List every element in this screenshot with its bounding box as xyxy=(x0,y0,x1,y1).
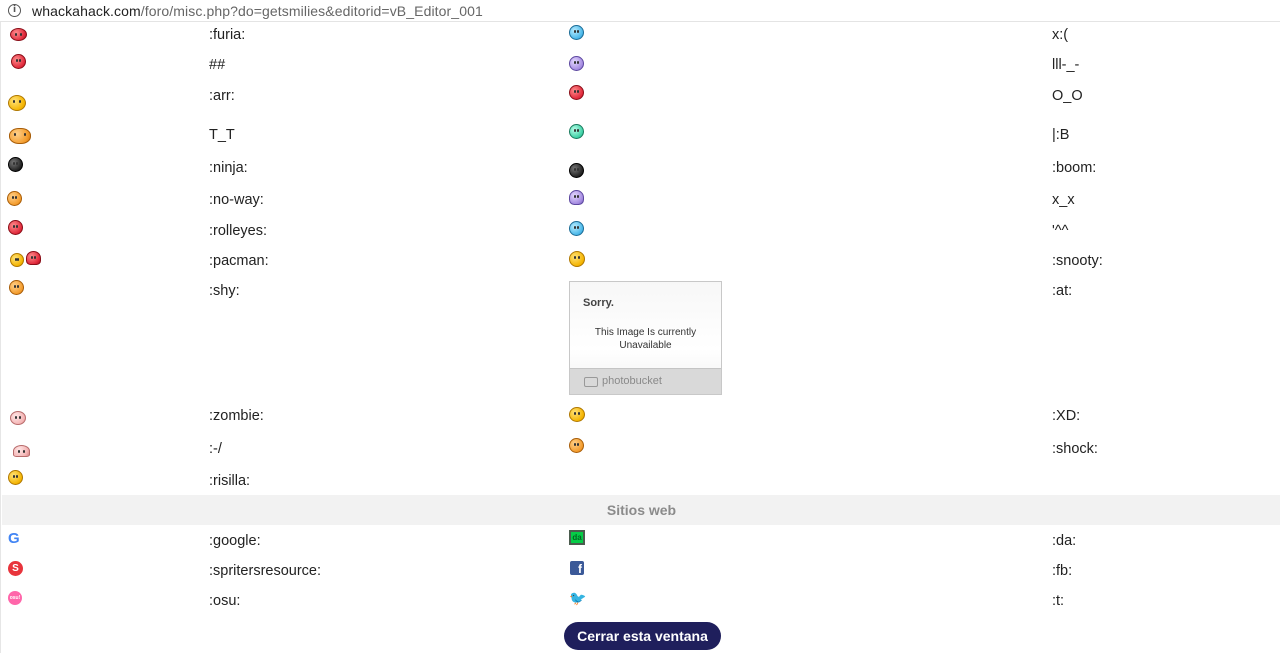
placeholder-message: This Image Is currently Unavailable xyxy=(570,326,721,352)
smilie-code: :google: xyxy=(209,533,261,549)
pink-confused-smiley-icon[interactable] xyxy=(11,54,26,69)
pacman-icon[interactable] xyxy=(10,251,42,267)
camera-icon xyxy=(584,377,598,387)
smilie-code: :pacman: xyxy=(209,253,269,269)
smilie-code: :-/ xyxy=(209,441,222,457)
smilie-code: :at: xyxy=(1052,283,1073,299)
blue-smiley-icon[interactable] xyxy=(569,221,584,236)
rolleyes-smiley-icon[interactable] xyxy=(8,220,23,235)
smilie-code: :rolleyes: xyxy=(209,223,268,239)
smilie-code: :arr: xyxy=(209,88,235,104)
info-icon[interactable]: i xyxy=(8,4,21,17)
spriters-resource-icon[interactable]: S xyxy=(8,561,23,576)
twitter-icon[interactable]: 🐦 xyxy=(569,592,586,606)
shock-smiley-icon[interactable] xyxy=(569,438,584,453)
deviantart-icon[interactable]: da xyxy=(569,530,585,545)
crying-tears-smiley-icon[interactable] xyxy=(9,128,31,144)
address-bar[interactable]: i whackahack.com/foro/misc.php?do=getsmi… xyxy=(0,0,1280,22)
smilie-code: :zombie: xyxy=(209,408,264,424)
url-host: whackahack.com xyxy=(32,2,141,19)
smilie-code: '^^ xyxy=(1052,223,1069,239)
xd-smiley-icon[interactable] xyxy=(569,407,585,422)
google-icon[interactable]: G xyxy=(8,531,23,546)
smilie-code: :XD: xyxy=(1052,408,1081,424)
crying-blue-smiley-icon[interactable] xyxy=(569,25,584,40)
smilie-code: T_T xyxy=(209,127,235,143)
no-way-smiley-icon[interactable] xyxy=(7,191,22,206)
smilie-code: :boom: xyxy=(1052,160,1097,176)
osu-icon[interactable]: osu! xyxy=(8,591,22,605)
pink-skeptical-smiley-icon[interactable] xyxy=(13,445,30,457)
smilie-code: :risilla: xyxy=(209,473,251,489)
angry-red-smiley-icon[interactable] xyxy=(10,28,27,41)
bomb-icon[interactable] xyxy=(569,163,584,178)
smilie-code: ## xyxy=(209,57,226,73)
smilie-code: x:( xyxy=(1052,27,1069,43)
placeholder-footer: photobucket xyxy=(570,368,721,394)
ninja-smiley-icon[interactable] xyxy=(8,157,23,172)
smilie-code: :spritersresource: xyxy=(209,563,322,579)
close-window-button[interactable]: Cerrar esta ventana xyxy=(564,622,721,650)
smilie-code: :snooty: xyxy=(1052,253,1103,269)
url-text[interactable]: whackahack.com/foro/misc.php?do=getsmili… xyxy=(32,3,483,19)
placeholder-line2: Unavailable xyxy=(619,340,672,351)
placeholder-sorry: Sorry. xyxy=(583,297,614,309)
smilie-code: :no-way: xyxy=(209,192,264,208)
green-sick-smiley-icon[interactable] xyxy=(569,124,584,139)
image-unavailable-placeholder[interactable]: Sorry. This Image Is currently Unavailab… xyxy=(569,281,722,395)
giggle-smiley-icon[interactable] xyxy=(8,470,23,485)
pirate-smiley-icon[interactable] xyxy=(8,95,26,111)
photobucket-brand: photobucket xyxy=(602,375,662,387)
smilies-page: :furia: x:( ## lll-_- :arr: O_O T_T |:B … xyxy=(0,22,1280,653)
shy-smiley-icon[interactable] xyxy=(9,280,24,295)
smilie-code: :shock: xyxy=(1052,441,1098,457)
placeholder-line1: This Image Is currently xyxy=(594,327,697,338)
url-path: /foro/misc.php?do=getsmilies&editorid=vB… xyxy=(140,2,483,19)
smilie-code: :shy: xyxy=(209,283,240,299)
smilie-code: :furia: xyxy=(209,27,246,43)
smilie-code: O_O xyxy=(1052,88,1083,104)
pacman-yellow-part xyxy=(10,253,24,267)
smilie-code: :t: xyxy=(1052,593,1065,609)
facebook-icon[interactable]: f xyxy=(570,561,584,576)
ghost-red-part xyxy=(26,251,41,265)
purple-ghost-icon[interactable] xyxy=(569,190,584,205)
zombie-smiley-icon[interactable] xyxy=(10,411,26,425)
snooty-smiley-icon[interactable] xyxy=(569,251,585,267)
smilie-code: :osu: xyxy=(209,593,241,609)
smilie-code: |:B xyxy=(1052,127,1070,143)
smilie-code: :fb: xyxy=(1052,563,1073,579)
smilie-code: :da: xyxy=(1052,533,1077,549)
purple-gloomy-smiley-icon[interactable] xyxy=(569,56,584,71)
surprised-red-smiley-icon[interactable] xyxy=(569,85,584,100)
section-header-websites: Sitios web xyxy=(2,495,1280,525)
smilie-code: x_x xyxy=(1052,192,1075,208)
smilie-code: lll-_- xyxy=(1052,57,1080,73)
smilie-code: :ninja: xyxy=(209,160,248,176)
